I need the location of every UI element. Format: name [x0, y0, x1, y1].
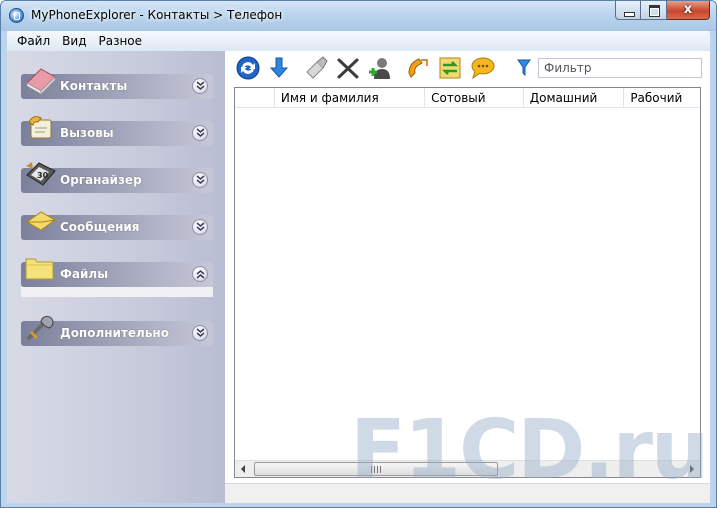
- close-button[interactable]: x: [667, 1, 710, 20]
- column-header-mobile[interactable]: Сотовый: [425, 88, 524, 108]
- phone-calls-icon: [28, 116, 52, 139]
- sidebar-group-files[interactable]: Файлы: [21, 258, 213, 287]
- add-contact-icon[interactable]: [366, 55, 392, 81]
- sidebar: Контакты Вызовы 30 Органайзер Сообщения …: [7, 51, 225, 503]
- window-controls: x: [615, 1, 710, 20]
- menu-view[interactable]: Вид: [56, 34, 92, 48]
- delete-icon[interactable]: [335, 55, 361, 81]
- download-icon[interactable]: [266, 55, 292, 81]
- files-group-body: [21, 287, 213, 297]
- sidebar-group-calls[interactable]: Вызовы: [21, 116, 213, 146]
- grip-icon: [371, 466, 381, 473]
- sidebar-group-label: Вызовы: [60, 126, 114, 140]
- contacts-table[interactable]: Имя и фамилия Сотовый Домашний Рабочий: [234, 87, 701, 478]
- sidebar-group-label: Органайзер: [60, 173, 142, 187]
- contacts-book-icon: [26, 68, 56, 95]
- chevron-down-icon[interactable]: [192, 325, 208, 341]
- close-icon: x: [683, 2, 693, 17]
- scroll-left-icon[interactable]: [235, 461, 252, 477]
- sidebar-group-organizer[interactable]: 30 Органайзер: [21, 162, 213, 193]
- minimize-button[interactable]: [615, 1, 641, 20]
- refresh-icon[interactable]: [235, 55, 261, 81]
- menu-file[interactable]: Файл: [11, 34, 56, 48]
- filter-icon[interactable]: [517, 59, 531, 77]
- app-window: MyPhoneExplorer - Контакты > Телефон x Ф…: [0, 0, 717, 508]
- chevron-down-icon[interactable]: [192, 219, 208, 235]
- status-bar: [225, 483, 710, 503]
- title-bar[interactable]: MyPhoneExplorer - Контакты > Телефон x: [1, 1, 716, 31]
- maximize-button[interactable]: [641, 1, 667, 20]
- column-header-icon[interactable]: [235, 88, 275, 108]
- scroll-right-icon[interactable]: [683, 461, 700, 477]
- chevron-down-icon[interactable]: [192, 172, 208, 188]
- scrollbar-thumb[interactable]: [254, 462, 498, 476]
- folder-icon: [25, 258, 54, 280]
- sync-icon[interactable]: [437, 55, 463, 81]
- column-header-name[interactable]: Имя и фамилия: [275, 88, 426, 108]
- svg-text:30: 30: [37, 171, 49, 180]
- sidebar-group-label: Контакты: [60, 79, 128, 93]
- message-icon[interactable]: [469, 55, 495, 81]
- sidebar-group-contacts[interactable]: Контакты: [21, 68, 213, 99]
- menu-misc[interactable]: Разное: [92, 34, 148, 48]
- sidebar-group-label: Сообщения: [60, 220, 140, 234]
- call-icon[interactable]: [405, 55, 431, 81]
- app-icon[interactable]: [9, 8, 24, 23]
- column-header-home[interactable]: Домашний: [524, 88, 625, 108]
- horizontal-scrollbar[interactable]: [235, 460, 700, 477]
- column-header-work[interactable]: Рабочий: [624, 88, 700, 108]
- tools-icon: [27, 315, 54, 340]
- client-area: Контакты Вызовы 30 Органайзер Сообщения …: [7, 51, 710, 503]
- toolbar: [225, 51, 710, 85]
- sidebar-group-messages[interactable]: Сообщения: [21, 211, 213, 240]
- sidebar-group-label: Дополнительно: [60, 326, 169, 340]
- chevron-up-icon[interactable]: [192, 266, 208, 282]
- envelope-icon: [26, 211, 56, 231]
- filter-input[interactable]: [538, 58, 702, 78]
- edit-icon[interactable]: [303, 55, 329, 81]
- sidebar-group-extra[interactable]: Дополнительно: [21, 315, 213, 346]
- menu-bar: Файл Вид Разное: [7, 31, 710, 51]
- sidebar-group-label: Файлы: [60, 267, 109, 281]
- chevron-down-icon[interactable]: [192, 125, 208, 141]
- organizer-calendar-icon: 30: [26, 162, 56, 186]
- window-title: MyPhoneExplorer - Контакты > Телефон: [31, 8, 283, 22]
- table-header: Имя и фамилия Сотовый Домашний Рабочий: [235, 88, 700, 108]
- chevron-down-icon[interactable]: [192, 78, 208, 94]
